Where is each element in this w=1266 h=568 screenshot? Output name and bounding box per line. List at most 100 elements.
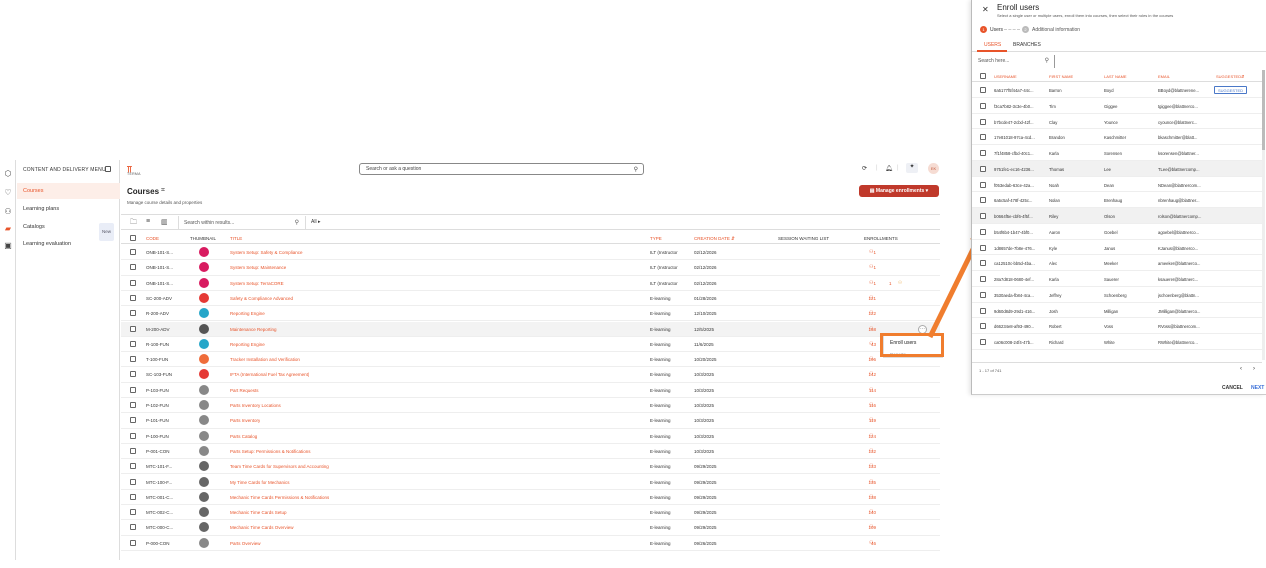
columns-icon[interactable]: ▥ (161, 218, 168, 226)
user-checkbox[interactable] (980, 260, 986, 267)
user-row[interactable]: f053edab-63ce-42a... Noah Dean NDean@bla… (972, 177, 1262, 193)
table-row[interactable]: ONB-101-S... System Setup: TerraCORE ILT… (121, 276, 940, 291)
user-checkbox[interactable] (980, 134, 986, 141)
refresh-icon[interactable]: ⟳ (862, 165, 867, 172)
course-title-link[interactable]: Tracker Installation and Verification (230, 357, 300, 362)
col-first-name[interactable]: FIRST NAME (1049, 74, 1073, 79)
table-row[interactable]: P-000-CON Parts Overview E-learning 09/2… (121, 536, 940, 551)
users-icon[interactable]: ⚇ (869, 540, 873, 546)
course-title-link[interactable]: My Time Cards for Mechanics (230, 480, 290, 485)
table-row[interactable]: M-200-ADV Maintenance Reporting E-learni… (121, 321, 940, 337)
user-row[interactable]: b7bcde47-2cbd-42f... Clay Younce cyounce… (972, 114, 1262, 130)
users-icon[interactable]: ⚇ (869, 448, 873, 454)
panel-search-input[interactable]: Search here... ⚲ (975, 55, 1055, 68)
scroll-thumb[interactable] (1262, 70, 1265, 150)
users-icon[interactable]: ⚇ (869, 402, 873, 408)
user-checkbox[interactable] (980, 244, 986, 251)
folder-icon[interactable]: 🗀 (130, 218, 137, 229)
user-checkbox[interactable] (980, 213, 986, 219)
heart-shield-icon[interactable]: ♡ (3, 187, 13, 197)
manage-enrollments-button[interactable]: ▤ Manage enrollments ▾ (859, 185, 939, 197)
table-row[interactable]: P-102-FUN Parts Inventory Locations E-le… (121, 398, 940, 414)
user-checkbox[interactable] (980, 87, 986, 93)
user-row[interactable]: b54f6b4-1b47-4bf0... Aaron Goebel agoebe… (972, 224, 1262, 240)
table-row[interactable]: MTC-100-F... My Time Cards for Mechanics… (121, 475, 940, 490)
panel-scrollbar[interactable] (1262, 70, 1265, 360)
user-checkbox[interactable] (980, 276, 986, 282)
row-checkbox[interactable] (130, 509, 136, 516)
table-row[interactable]: MTC-101-F... Team Time Cards for Supervi… (121, 459, 940, 475)
row-checkbox[interactable] (130, 249, 136, 255)
col-email[interactable]: EMAIL (1158, 74, 1170, 79)
course-title-link[interactable]: Reporting Engine (230, 311, 265, 316)
table-row[interactable]: T-100-FUN Tracker Installation and Verif… (121, 352, 940, 368)
user-checkbox[interactable] (980, 165, 986, 172)
users-icon[interactable]: ⚇ (869, 280, 873, 286)
row-checkbox[interactable] (130, 493, 136, 500)
menu-item-learning-evaluation[interactable]: Learning evaluation (17, 236, 120, 252)
course-title-link[interactable]: System Setup: Safety & Compliance (230, 250, 303, 255)
select-all-checkbox[interactable] (130, 235, 136, 241)
course-title-link[interactable]: Reporting Engine (230, 342, 265, 347)
menu-item-catalogs[interactable]: Catalogs New (17, 219, 120, 241)
course-title-link[interactable]: Parts Inventory (230, 418, 260, 423)
next-button[interactable]: NEXT (1251, 385, 1264, 391)
user-checkbox[interactable] (980, 291, 986, 298)
users-icon[interactable]: ⚇ (869, 387, 873, 393)
user-row[interactable]: 28a7d818-0680-4ef... Karla Sauerer ksaue… (972, 271, 1262, 287)
user-row[interactable]: 6a5177f5f44a7-44c... Barron Boyd BBoyd@b… (972, 82, 1262, 98)
user-row[interactable]: 17e81018-97ca-4cd... Brandon Kaschmitter… (972, 129, 1262, 145)
user-row[interactable]: b0664f5e-cbf6-4f5f... Riley Olson rolson… (972, 208, 1262, 224)
search-icon[interactable]: ⚲ (634, 165, 638, 175)
user-row[interactable]: ca06c008-24f4-47b... Richard White RWhit… (972, 334, 1262, 350)
tab-users[interactable]: USERS (984, 42, 1001, 48)
course-title-link[interactable]: Parts Inventory Locations (230, 403, 281, 408)
user-row[interactable]: ca12510c-bb5d-4ba... Alec Meeker ameeker… (972, 255, 1262, 271)
row-checkbox[interactable] (130, 325, 136, 332)
user-row[interactable]: f3ca7b82-3c3e-4b0... Tim Giggee tgiggee@… (972, 98, 1262, 114)
bell-icon[interactable]: 🔔︎ (885, 165, 893, 172)
menu-item-learning-plans[interactable]: Learning plans (17, 201, 120, 217)
col-username[interactable]: USERNAME (994, 74, 1017, 79)
row-checkbox[interactable] (130, 478, 136, 485)
user-row[interactable]: 9d60d8d9-29d1-416... Josh Milligan JMill… (972, 303, 1262, 319)
close-icon[interactable]: ✕ (982, 5, 989, 14)
course-title-link[interactable]: IFTA (International Fuel Tax Agreement) (230, 372, 309, 377)
table-row[interactable]: SC-103-FUN IFTA (International Fuel Tax … (121, 367, 940, 383)
col-suggested[interactable]: SUGGESTED (1216, 74, 1241, 79)
col-type[interactable]: TYPE (650, 236, 662, 241)
global-search-input[interactable]: Search or ask a question ⚲ (359, 163, 644, 175)
search-icon[interactable]: ⚲ (1045, 55, 1049, 68)
user-checkbox[interactable] (980, 228, 986, 235)
course-title-link[interactable]: Parts Setup: Permissions & Notifications (230, 449, 311, 454)
row-checkbox[interactable] (130, 294, 136, 301)
table-row[interactable]: P-001-CON Parts Setup: Permissions & Not… (121, 444, 940, 460)
user-checkbox[interactable] (980, 181, 986, 188)
table-row[interactable]: P-100-FUN Parts Catalog E-learning 10/3/… (121, 429, 940, 444)
user-row[interactable]: 9751fe1-ec16-4236... Thomas Lee TLee@bla… (972, 160, 1262, 177)
prev-page-icon[interactable]: ‹ (1240, 366, 1242, 372)
sort-icon[interactable]: ⇵ (1241, 74, 1244, 79)
course-title-link[interactable]: Mechanic Time Cards Overview (230, 525, 294, 530)
users-icon[interactable]: ⚇ (869, 249, 873, 255)
courses-icon[interactable]: ▰ (3, 223, 13, 233)
course-title-link[interactable]: Mechanic Time Cards Permissions & Notifi… (230, 495, 329, 500)
users-icon[interactable]: ⚇ (869, 295, 873, 301)
user-checkbox[interactable] (980, 197, 986, 204)
row-checkbox[interactable] (130, 524, 136, 531)
user-checkbox[interactable] (980, 118, 986, 125)
row-checkbox[interactable] (130, 279, 136, 286)
table-row[interactable]: R-100-FUN Reporting Engine E-learning 11… (121, 337, 940, 353)
cancel-button[interactable]: CANCEL (1222, 385, 1243, 391)
select-all-checkbox[interactable] (980, 73, 986, 79)
col-creation-date[interactable]: CREATION DATE (694, 236, 730, 241)
row-checkbox[interactable] (130, 371, 136, 378)
menu-item-courses[interactable]: Courses (17, 183, 120, 199)
users-icon[interactable]: ⚇ (869, 494, 873, 500)
row-checkbox[interactable] (130, 539, 136, 546)
ai-sparkle-icon[interactable]: ✦ (906, 163, 918, 173)
course-title-link[interactable]: Part Requests (230, 388, 259, 393)
course-title-link[interactable]: Parts Catalog (230, 434, 257, 439)
users-icon[interactable]: ⚇ (869, 356, 873, 362)
table-row[interactable]: ONB-101-S... System Setup: Maintenance I… (121, 260, 940, 276)
